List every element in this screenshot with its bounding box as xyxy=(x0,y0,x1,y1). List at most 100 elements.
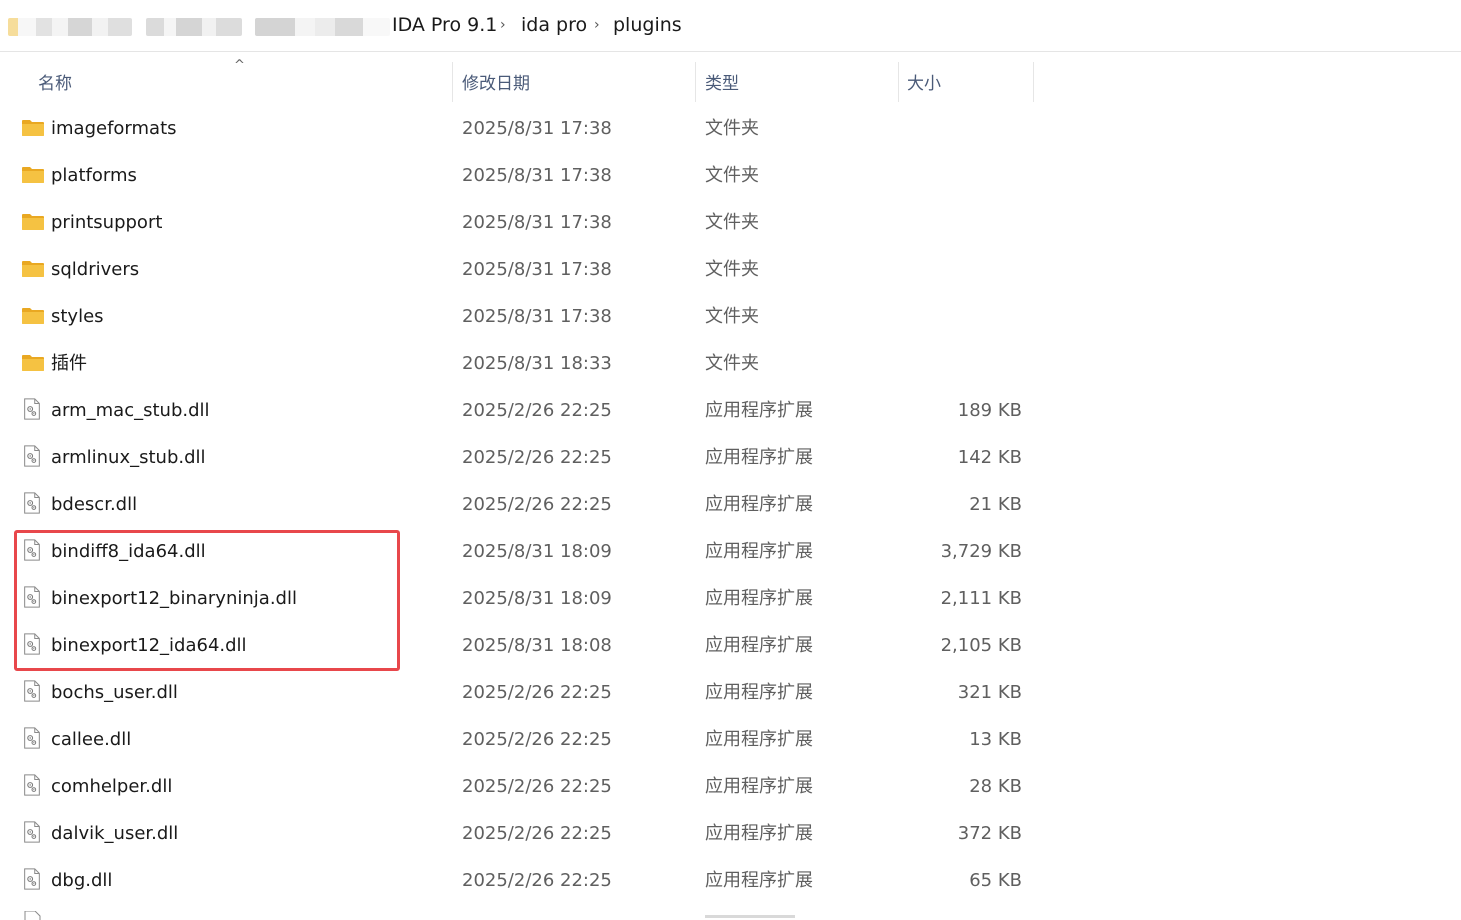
file-name: styles xyxy=(51,306,104,327)
chevron-right-icon[interactable]: › xyxy=(594,17,600,33)
file-row[interactable]: 插件 2025/8/31 18:33 文件夹 xyxy=(0,340,1040,387)
file-modified-date: 2025/2/26 22:25 xyxy=(462,870,612,891)
file-modified-date: 2025/8/31 18:09 xyxy=(462,541,612,562)
file-name: binexport12_ida64.dll xyxy=(51,635,247,656)
file-row[interactable]: styles 2025/8/31 17:38 文件夹 xyxy=(0,293,1040,340)
file-modified-date: 2025/2/26 22:25 xyxy=(462,729,612,750)
file-type: 应用程序扩展 xyxy=(705,823,813,844)
file-modified-date: 2025/8/31 17:38 xyxy=(462,306,612,327)
breadcrumb-item-plugins[interactable]: plugins xyxy=(613,14,682,36)
file-row[interactable]: comhelper.dll 2025/2/26 22:25 应用程序扩展 28 KB xyxy=(0,763,1040,810)
file-name: armlinux_stub.dll xyxy=(51,447,206,468)
file-modified-date: 2025/8/31 18:09 xyxy=(462,588,612,609)
file-name: bdescr.dll xyxy=(51,494,138,515)
file-size: 321 KB xyxy=(957,682,1022,703)
file-modified-date: 2025/2/26 22:25 xyxy=(462,494,612,515)
file-name: bochs_user.dll xyxy=(51,682,178,703)
breadcrumb-item-ida-pro[interactable]: ida pro xyxy=(521,14,587,36)
address-bar[interactable]: IDA Pro 9.1 › ida pro › plugins xyxy=(0,0,1461,52)
file-name: dalvik_user.dll xyxy=(51,823,179,844)
column-header-name[interactable]: 名称 xyxy=(38,62,72,106)
file-row[interactable]: bochs_user.dll 2025/2/26 22:25 应用程序扩展 321 K… xyxy=(0,669,1040,716)
file-size: 2,105 KB xyxy=(940,635,1022,656)
file-modified-date: 2025/2/26 22:25 xyxy=(462,447,612,468)
file-type: 文件夹 xyxy=(705,306,759,327)
dll-file-icon xyxy=(21,492,45,514)
file-modified-date: 2025/2/26 22:25 xyxy=(462,682,612,703)
file-type: 文件夹 xyxy=(705,259,759,280)
dll-file-icon xyxy=(21,586,45,608)
file-row[interactable]: callee.dll 2025/2/26 22:25 应用程序扩展 13 KB xyxy=(0,716,1040,763)
file-row[interactable]: armlinux_stub.dll 2025/2/26 22:25 应用程序扩展 14… xyxy=(0,434,1040,481)
file-size: 3,729 KB xyxy=(940,541,1022,562)
chevron-right-icon[interactable]: › xyxy=(500,17,506,33)
file-type: 文件夹 xyxy=(705,212,759,233)
dll-file-icon xyxy=(21,727,45,749)
file-type: 应用程序扩展 xyxy=(705,541,813,562)
file-modified-date: 2025/2/26 22:25 xyxy=(462,823,612,844)
file-name: callee.dll xyxy=(51,729,132,750)
file-name: platforms xyxy=(51,165,137,186)
file-name: comhelper.dll xyxy=(51,776,173,797)
file-row[interactable]: sqldrivers 2025/8/31 17:38 文件夹 xyxy=(0,246,1040,293)
folder-icon xyxy=(21,165,45,185)
folder-icon xyxy=(21,306,45,326)
file-size: 189 KB xyxy=(957,400,1022,421)
file-modified-date: 2025/2/26 22:25 xyxy=(462,776,612,797)
file-type: 应用程序扩展 xyxy=(705,494,813,515)
list-item-partial[interactable] xyxy=(0,907,1040,920)
file-type: 文件夹 xyxy=(705,165,759,186)
file-type: 文件夹 xyxy=(705,118,759,139)
file-name: dbg.dll xyxy=(51,870,113,891)
file-type: 应用程序扩展 xyxy=(705,400,813,421)
file-row[interactable]: arm_mac_stub.dll 2025/2/26 22:25 应用程序扩展 189… xyxy=(0,387,1040,434)
file-modified-date: 2025/8/31 17:38 xyxy=(462,165,612,186)
file-modified-date: 2025/8/31 17:38 xyxy=(462,259,612,280)
breadcrumb-item-ida-pro-9-1[interactable]: IDA Pro 9.1 xyxy=(392,14,497,36)
file-size: 2,111 KB xyxy=(940,588,1022,609)
dll-file-icon xyxy=(21,445,45,467)
file-name: printsupport xyxy=(51,212,163,233)
column-header-row: 名称 修改日期 类型 大小 xyxy=(0,62,1461,106)
file-size: 28 KB xyxy=(969,776,1022,797)
column-header-date[interactable]: 修改日期 xyxy=(462,62,530,106)
file-row[interactable]: dalvik_user.dll 2025/2/26 22:25 应用程序扩展 372 … xyxy=(0,810,1040,857)
file-name: sqldrivers xyxy=(51,259,140,280)
column-header-type[interactable]: 类型 xyxy=(705,62,739,106)
file-modified-date: 2025/8/31 18:08 xyxy=(462,635,612,656)
dll-file-icon xyxy=(21,680,45,702)
file-row[interactable]: binexport12_binaryninja.dll 2025/8/31 18:… xyxy=(0,575,1040,622)
file-row[interactable]: bdescr.dll 2025/2/26 22:25 应用程序扩展 21 KB xyxy=(0,481,1040,528)
file-type: 应用程序扩展 xyxy=(705,870,813,891)
file-name: arm_mac_stub.dll xyxy=(51,400,210,421)
file-row[interactable]: bindiff8_ida64.dll 2025/8/31 18:09 应用程序扩展 3… xyxy=(0,528,1040,575)
dll-file-icon xyxy=(21,539,45,561)
file-type: 应用程序扩展 xyxy=(705,682,813,703)
file-row[interactable]: platforms 2025/8/31 17:38 文件夹 xyxy=(0,152,1040,199)
file-name: imageformats xyxy=(51,118,177,139)
column-divider[interactable] xyxy=(695,62,696,102)
redacted-path-segment xyxy=(8,18,132,36)
column-divider[interactable] xyxy=(452,62,453,102)
column-divider[interactable] xyxy=(898,62,899,102)
file-row[interactable]: imageformats 2025/8/31 17:38 文件夹 xyxy=(0,105,1040,152)
dll-file-icon xyxy=(21,868,45,890)
file-modified-date: 2025/8/31 18:33 xyxy=(462,353,612,374)
redacted-path-segment xyxy=(255,18,390,36)
dll-file-icon xyxy=(21,774,45,796)
file-type: 应用程序扩展 xyxy=(705,776,813,797)
dll-file-icon xyxy=(24,911,41,920)
column-divider[interactable] xyxy=(1033,62,1034,102)
column-header-size[interactable]: 大小 xyxy=(907,62,941,106)
file-type: 应用程序扩展 xyxy=(705,447,813,468)
file-size: 372 KB xyxy=(957,823,1022,844)
folder-icon xyxy=(21,212,45,232)
file-type: 文件夹 xyxy=(705,353,759,374)
file-row[interactable]: dbg.dll 2025/2/26 22:25 应用程序扩展 65 KB xyxy=(0,857,1040,904)
file-modified-date: 2025/8/31 17:38 xyxy=(462,212,612,233)
dll-file-icon xyxy=(21,821,45,843)
file-row[interactable]: binexport12_ida64.dll 2025/8/31 18:08 应用程序… xyxy=(0,622,1040,669)
dll-file-icon xyxy=(21,633,45,655)
file-row[interactable]: printsupport 2025/8/31 17:38 文件夹 xyxy=(0,199,1040,246)
folder-icon xyxy=(21,353,45,373)
